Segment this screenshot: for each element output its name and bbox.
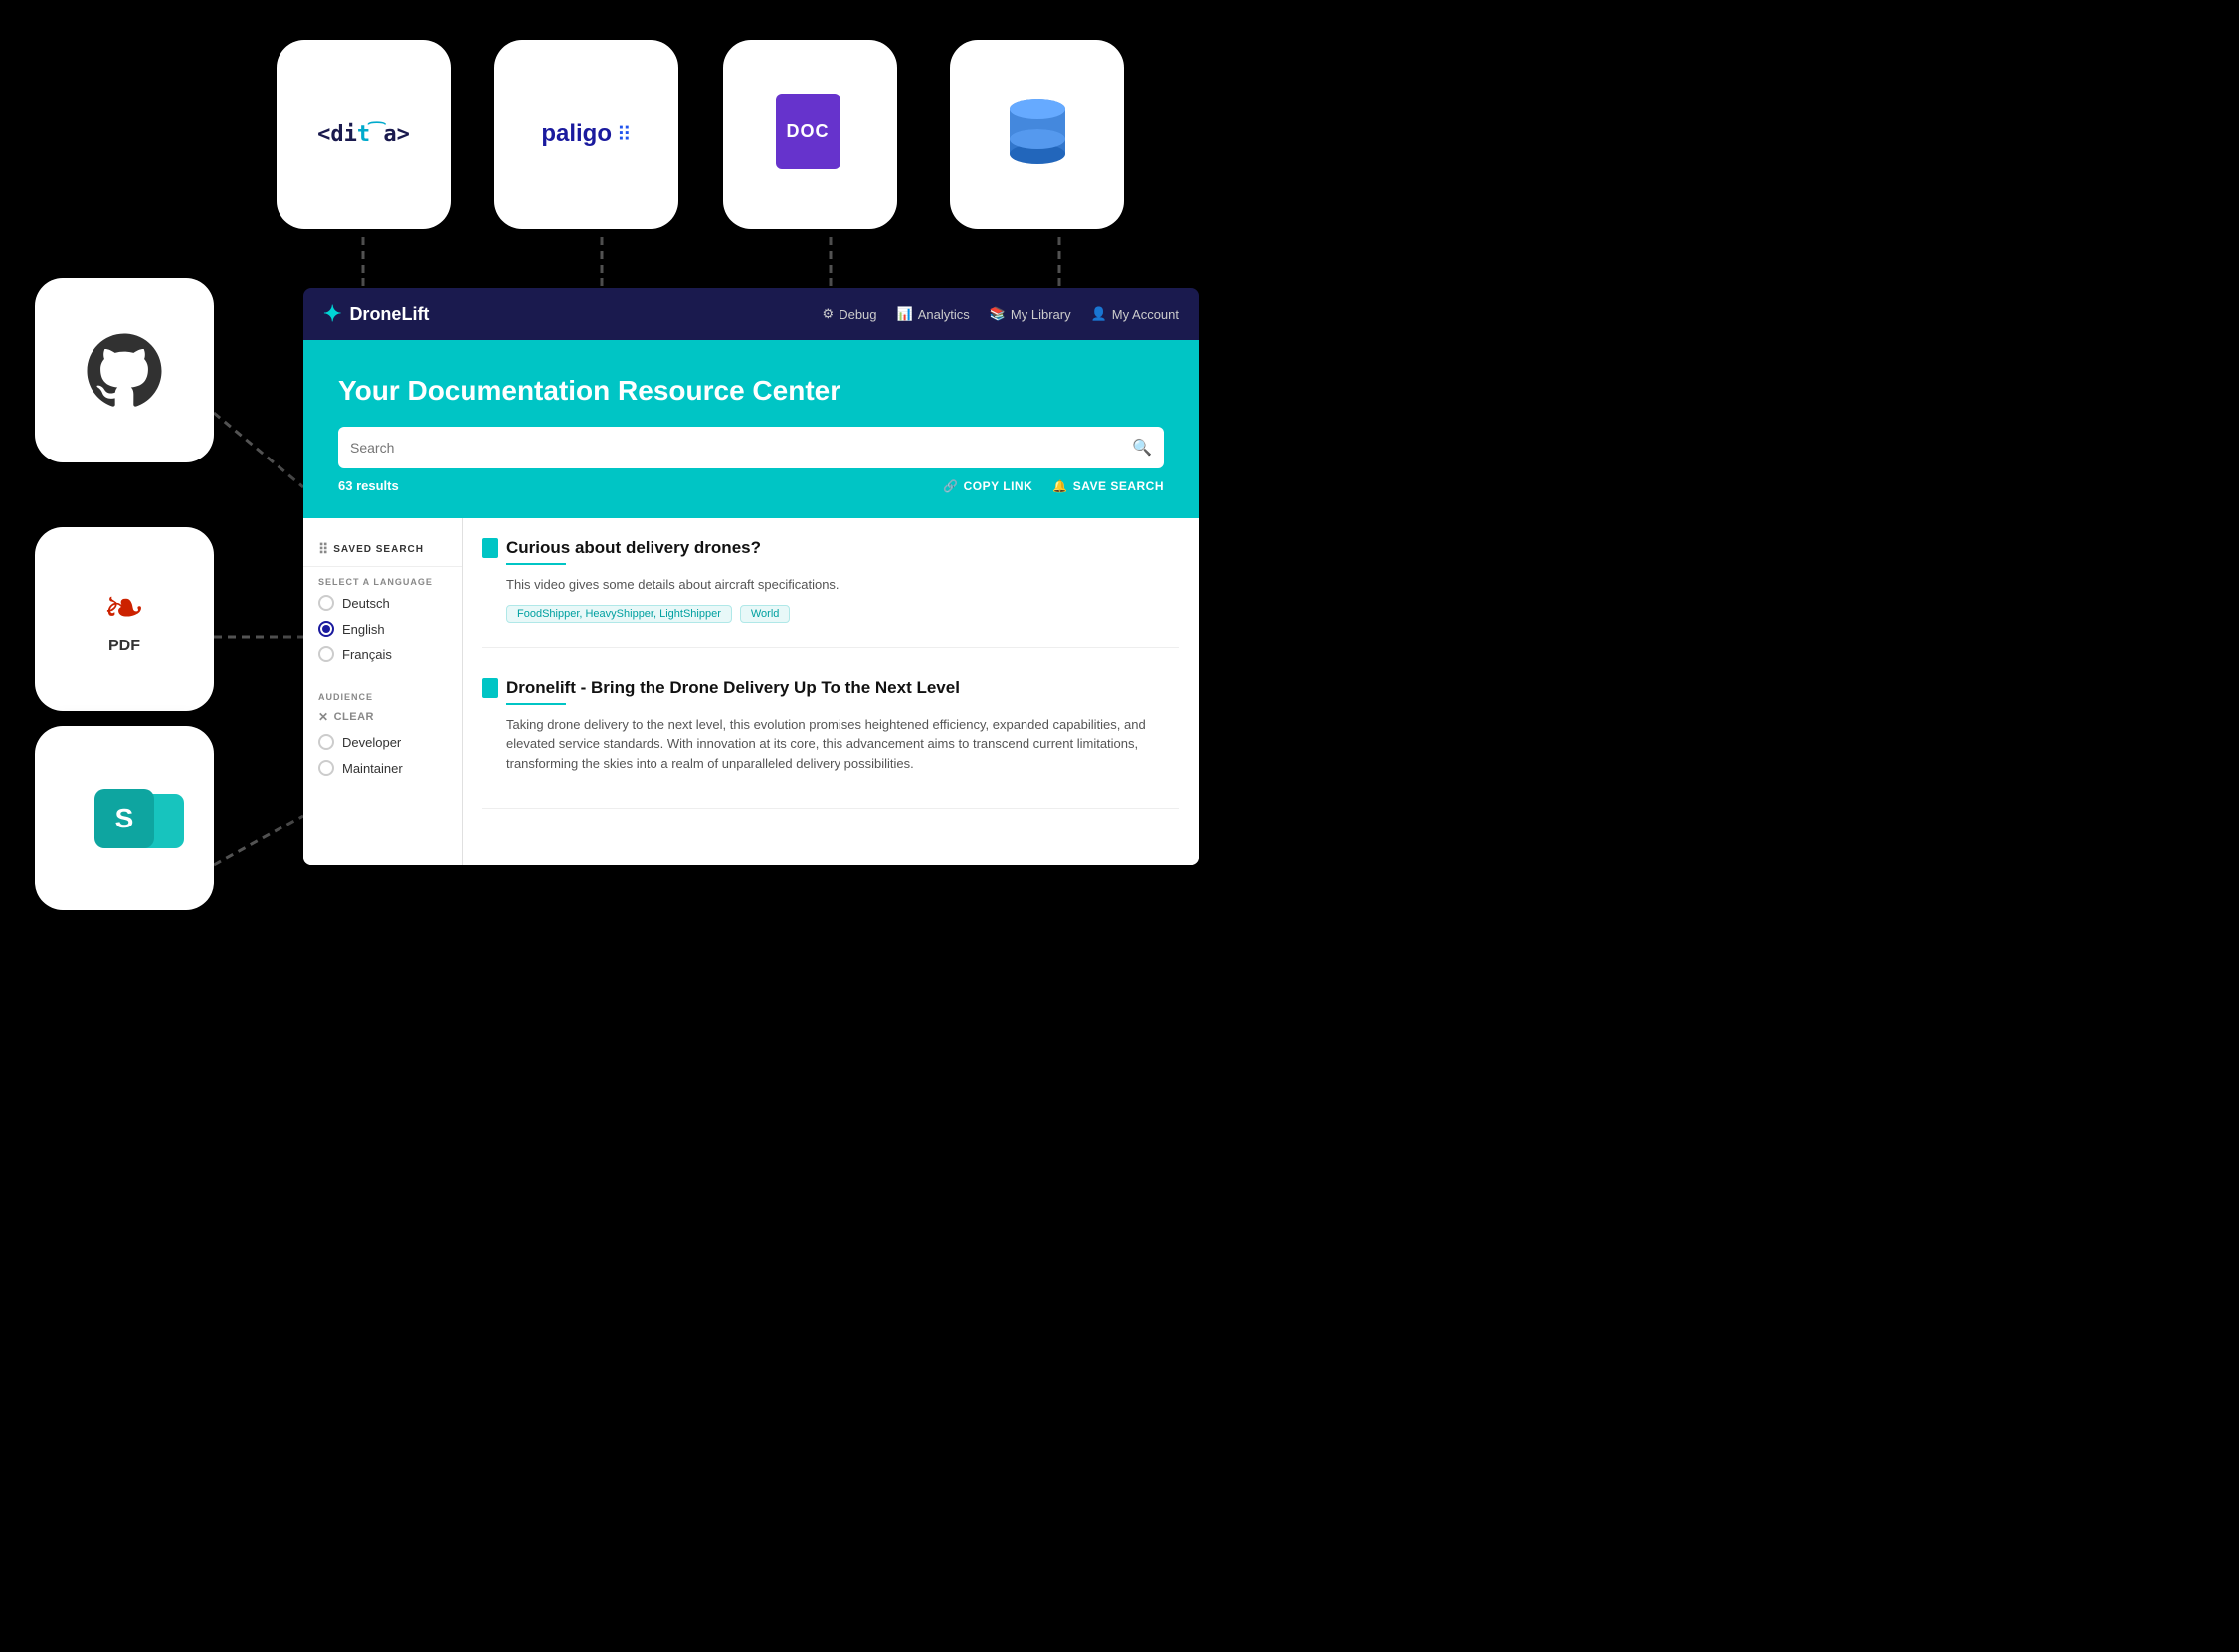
- saved-search-header[interactable]: ⠿ SAVED SEARCH: [303, 533, 462, 567]
- results-count: 63 results: [338, 478, 943, 493]
- pdf-icon-card: ❧ PDF: [35, 527, 214, 711]
- clear-button[interactable]: ✕ CLEAR: [318, 710, 447, 724]
- audience-option-maintainer[interactable]: Maintainer: [318, 760, 447, 776]
- result-1-divider: [506, 563, 566, 565]
- audience-section-title: AUDIENCE: [303, 687, 462, 710]
- result-1-title-row: Curious about delivery drones?: [482, 538, 1179, 558]
- debug-icon: ⚙: [823, 306, 835, 322]
- english-radio[interactable]: [318, 621, 334, 637]
- debug-link[interactable]: ⚙ Debug: [823, 306, 877, 322]
- deutsch-radio[interactable]: [318, 595, 334, 611]
- audience-option-developer[interactable]: Developer: [318, 734, 447, 750]
- copy-link-button[interactable]: 🔗 COPY LINK: [943, 479, 1032, 493]
- language-option-english[interactable]: English: [318, 621, 447, 637]
- sharepoint-icon-card: S: [35, 726, 214, 910]
- hero-section: Your Documentation Resource Center 🔍 63 …: [303, 340, 1199, 518]
- browser-window: ✦ DroneLift ⚙ Debug 📊 Analytics 📚 My Lib…: [303, 288, 1199, 865]
- result-1-title[interactable]: Curious about delivery drones?: [506, 538, 761, 558]
- account-icon: 👤: [1091, 306, 1107, 322]
- search-input[interactable]: [350, 440, 1132, 456]
- result-2-description: Taking drone delivery to the next level,…: [506, 715, 1179, 774]
- result-1-description: This video gives some details about airc…: [506, 575, 1179, 595]
- search-icon: 🔍: [1132, 438, 1152, 458]
- francais-radio[interactable]: [318, 646, 334, 662]
- bell-icon: 🔔: [1052, 479, 1067, 493]
- main-content: Curious about delivery drones? This vide…: [463, 518, 1199, 865]
- tag-world[interactable]: World: [740, 605, 791, 623]
- paligo-icon-card: paligo ⠿: [494, 40, 678, 229]
- results-bar: 63 results 🔗 COPY LINK 🔔 SAVE SEARCH: [338, 478, 1164, 493]
- deutsch-label: Deutsch: [342, 596, 390, 611]
- navbar: ✦ DroneLift ⚙ Debug 📊 Analytics 📚 My Lib…: [303, 288, 1199, 340]
- analytics-link[interactable]: 📊 Analytics: [897, 306, 970, 322]
- language-section-title: SELECT A LANGUAGE: [303, 577, 462, 595]
- result-card-2: Dronelift - Bring the Drone Delivery Up …: [482, 678, 1179, 810]
- database-icon-card: [950, 40, 1124, 229]
- my-account-link[interactable]: 👤 My Account: [1091, 306, 1179, 322]
- clear-icon: ✕: [318, 710, 329, 724]
- result-2-icon: [482, 678, 498, 698]
- result-1-tags: FoodShipper, HeavyShipper, LightShipper …: [506, 605, 1179, 623]
- drag-icon: ⠿: [318, 541, 328, 558]
- content-area: ⠿ SAVED SEARCH SELECT A LANGUAGE Deutsch…: [303, 518, 1199, 865]
- my-library-link[interactable]: 📚 My Library: [990, 306, 1071, 322]
- language-option-francais[interactable]: Français: [318, 646, 447, 662]
- developer-radio[interactable]: [318, 734, 334, 750]
- audience-section: ✕ CLEAR Developer Maintainer: [303, 710, 462, 776]
- result-1-icon: [482, 538, 498, 558]
- developer-label: Developer: [342, 735, 401, 750]
- doc-icon-card: DOC: [723, 40, 897, 229]
- language-radio-group: Deutsch English Français: [303, 595, 462, 687]
- navbar-links: ⚙ Debug 📊 Analytics 📚 My Library 👤 My Ac…: [823, 306, 1179, 322]
- brand: ✦ DroneLift: [323, 301, 823, 327]
- result-card-1: Curious about delivery drones? This vide…: [482, 538, 1179, 648]
- github-icon-card: [35, 278, 214, 462]
- maintainer-label: Maintainer: [342, 761, 403, 776]
- brand-name: DroneLift: [349, 304, 429, 325]
- maintainer-radio[interactable]: [318, 760, 334, 776]
- search-bar: 🔍: [338, 427, 1164, 468]
- english-label: English: [342, 622, 385, 637]
- francais-label: Français: [342, 647, 392, 662]
- sidebar: ⠿ SAVED SEARCH SELECT A LANGUAGE Deutsch…: [303, 518, 463, 865]
- save-search-button[interactable]: 🔔 SAVE SEARCH: [1052, 479, 1164, 493]
- brand-icon: ✦: [323, 301, 341, 327]
- copy-icon: 🔗: [943, 479, 958, 493]
- analytics-icon: 📊: [897, 306, 913, 322]
- audience-radio-group: Developer Maintainer: [318, 734, 447, 776]
- result-2-divider: [506, 703, 566, 705]
- result-2-title-row: Dronelift - Bring the Drone Delivery Up …: [482, 678, 1179, 698]
- library-icon: 📚: [990, 306, 1006, 322]
- results-actions: 🔗 COPY LINK 🔔 SAVE SEARCH: [943, 479, 1164, 493]
- tag-shippers[interactable]: FoodShipper, HeavyShipper, LightShipper: [506, 605, 732, 623]
- language-option-deutsch[interactable]: Deutsch: [318, 595, 447, 611]
- result-2-title[interactable]: Dronelift - Bring the Drone Delivery Up …: [506, 678, 960, 698]
- hero-title: Your Documentation Resource Center: [338, 375, 1164, 407]
- dita-icon-card: <dit͡a>: [277, 40, 451, 229]
